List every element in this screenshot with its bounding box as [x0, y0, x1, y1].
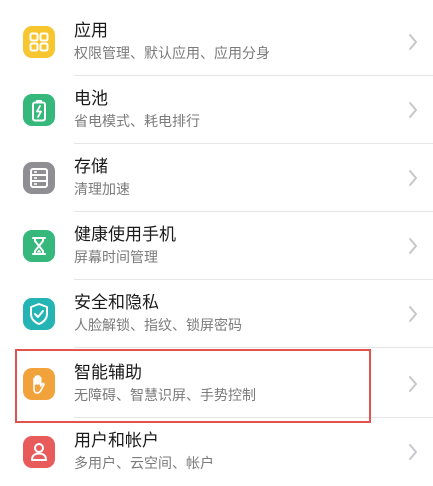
chevron-right-icon — [409, 306, 417, 322]
settings-item-subtitle: 省电模式、耗电排行 — [74, 114, 200, 130]
settings-item-title: 安全和隐私 — [74, 293, 159, 313]
settings-item-title: 应用 — [74, 21, 108, 41]
settings-item-title: 用户和帐户 — [74, 431, 159, 451]
settings-item-security[interactable]: 安全和隐私 人脸解锁、指纹、锁屏密码 — [0, 280, 433, 348]
settings-item-battery[interactable]: 电池 省电模式、耗电排行 — [0, 76, 433, 144]
settings-item-subtitle: 权限管理、默认应用、应用分身 — [74, 46, 270, 62]
settings-item-smart-assistance[interactable]: 智能辅助 无障碍、智慧识屏、手势控制 — [0, 350, 433, 418]
shield-check-icon — [23, 298, 55, 330]
divider — [74, 347, 433, 348]
settings-item-users-accounts[interactable]: 用户和帐户 多用户、云空间、帐户 — [0, 418, 433, 486]
settings-item-apps[interactable]: 应用 权限管理、默认应用、应用分身 — [0, 8, 433, 76]
settings-item-subtitle: 清理加速 — [74, 182, 130, 198]
settings-item-subtitle: 多用户、云空间、帐户 — [74, 456, 214, 472]
settings-item-subtitle: 无障碍、智慧识屏、手势控制 — [74, 388, 256, 404]
settings-item-digital-balance[interactable]: 健康使用手机 屏幕时间管理 — [0, 212, 433, 280]
chevron-right-icon — [409, 34, 417, 50]
settings-item-subtitle: 屏幕时间管理 — [74, 250, 158, 266]
chevron-right-icon — [409, 444, 417, 460]
hourglass-icon — [23, 230, 55, 262]
chevron-right-icon — [409, 376, 417, 392]
chevron-right-icon — [409, 170, 417, 186]
settings-item-title: 智能辅助 — [74, 363, 142, 383]
settings-item-title: 健康使用手机 — [74, 225, 176, 245]
settings-item-title: 电池 — [74, 89, 108, 109]
settings-item-subtitle: 人脸解锁、指纹、锁屏密码 — [74, 318, 242, 334]
storage-icon — [23, 162, 55, 194]
battery-icon — [23, 94, 55, 126]
apps-grid-icon — [23, 26, 55, 58]
chevron-right-icon — [409, 238, 417, 254]
user-icon — [23, 436, 55, 468]
chevron-right-icon — [409, 102, 417, 118]
settings-item-title: 存储 — [74, 157, 108, 177]
settings-item-storage[interactable]: 存储 清理加速 — [0, 144, 433, 212]
hand-icon — [23, 368, 55, 400]
